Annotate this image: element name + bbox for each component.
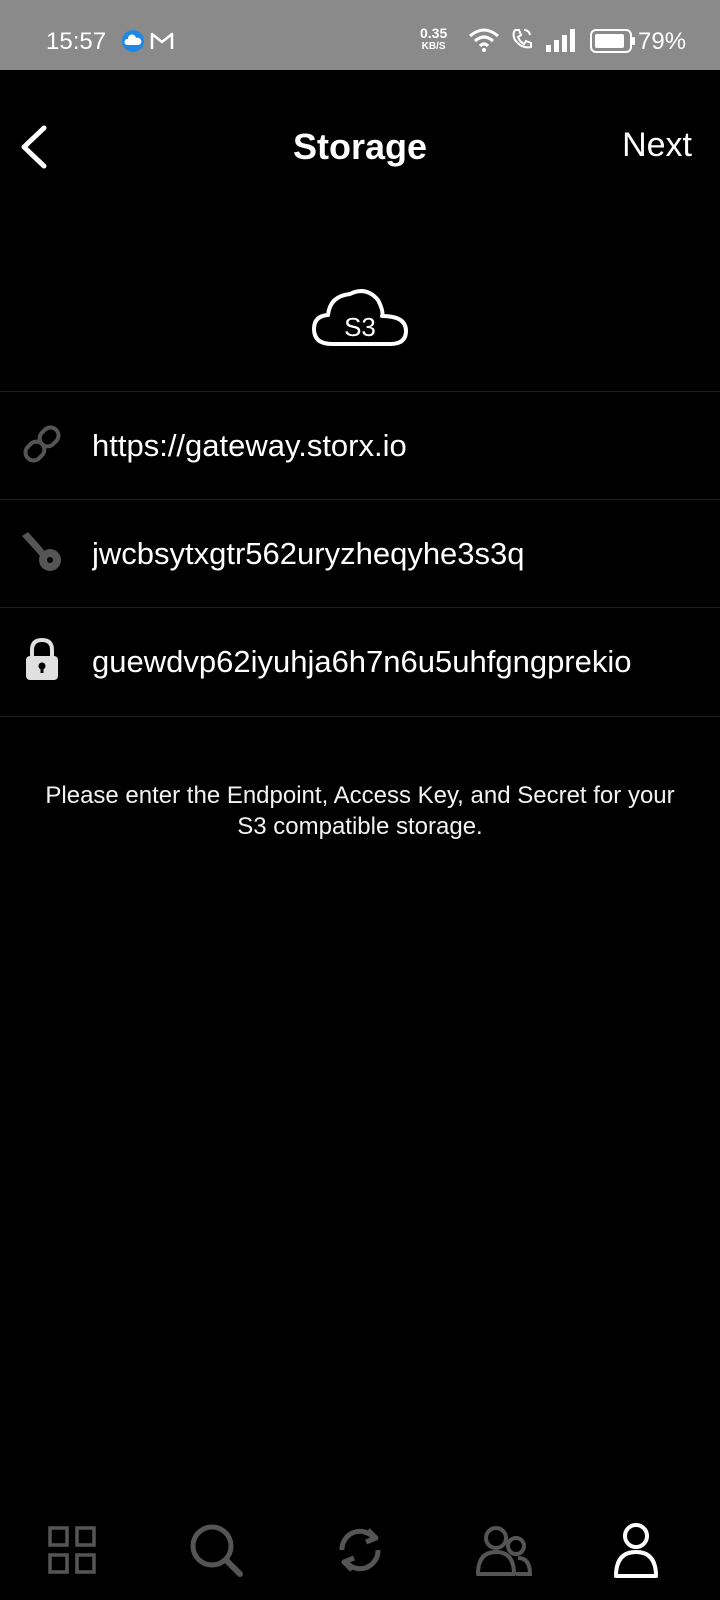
secret-input[interactable]: guewdvp62iyuhja6h7n6u5uhfgngprekio [92, 608, 712, 715]
people-icon[interactable] [474, 1520, 534, 1580]
bottom-tab-bar [0, 1500, 720, 1600]
battery-percent: 79% [638, 28, 687, 55]
endpoint-row: https://gateway.storx.io [0, 391, 720, 498]
battery-icon [590, 29, 635, 53]
s3-cloud-icon: S3 [312, 289, 408, 346]
grid-icon[interactable] [42, 1520, 102, 1580]
secret-row: guewdvp62iyuhja6h7n6u5uhfgngprekio [0, 607, 720, 714]
lock-icon [26, 638, 58, 680]
wifi-call-icon [512, 29, 532, 49]
key-icon [22, 532, 61, 571]
wifi-icon [469, 28, 499, 52]
profile-icon[interactable] [606, 1520, 666, 1580]
net-speed: 0.35 KB/S [420, 25, 448, 52]
page-title: Storage [292, 126, 428, 167]
next-button[interactable]: Next [622, 126, 692, 165]
gmail-icon [150, 32, 174, 49]
status-bar: 15:57 0.35 KB/S 79% [0, 0, 720, 70]
search-icon[interactable] [186, 1520, 246, 1580]
weather-cloud-icon [122, 30, 144, 52]
sync-icon[interactable] [330, 1520, 390, 1580]
divider [0, 716, 720, 717]
endpoint-input[interactable]: https://gateway.storx.io [92, 392, 712, 499]
s3-logo-text: S3 [344, 312, 376, 342]
signal-icon [546, 29, 575, 52]
access-key-input[interactable]: jwcbsytxgtr562uryzheqyhe3s3q [92, 500, 712, 607]
instruction-text: Please enter the Endpoint, Access Key, a… [45, 782, 675, 840]
access-key-row: jwcbsytxgtr562uryzheqyhe3s3q [0, 499, 720, 606]
link-icon [23, 425, 61, 463]
status-time: 15:57 [46, 28, 107, 55]
